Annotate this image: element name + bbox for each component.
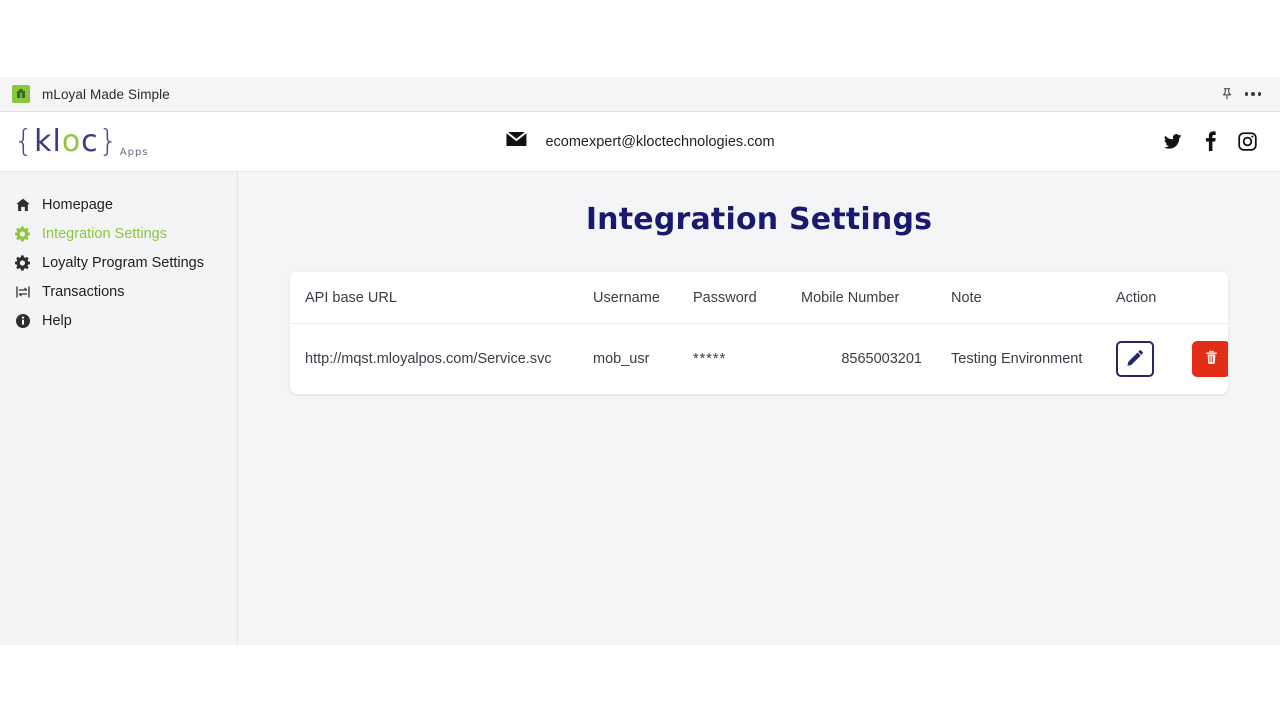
main-content: Integration Settings API base URL Userna…	[238, 172, 1280, 645]
table-body: http://mqst.mloyalpos.com/Service.svc mo…	[290, 324, 1228, 395]
delete-row-button[interactable]	[1192, 341, 1228, 377]
body-container: Homepage Integration Settings Loyalty Pr…	[0, 172, 1280, 645]
sidebar-item-loyalty-program-settings[interactable]: Loyalty Program Settings	[0, 248, 237, 277]
gear-icon	[14, 254, 31, 271]
trash-icon	[1203, 349, 1220, 369]
sidebar: Homepage Integration Settings Loyalty Pr…	[0, 172, 238, 645]
cell-api-base-url: http://mqst.mloyalpos.com/Service.svc	[290, 324, 593, 395]
column-header-password: Password	[693, 272, 801, 324]
column-header-action: Action	[1116, 272, 1228, 324]
sidebar-item-transactions[interactable]: Transactions	[0, 277, 237, 306]
kloc-logo[interactable]: {kloc}Apps	[14, 127, 149, 157]
header-contact: ecomexpert@kloctechnologies.com	[505, 131, 774, 152]
sidebar-item-label: Help	[42, 313, 72, 329]
sidebar-item-homepage[interactable]: Homepage	[0, 190, 237, 219]
window-title: mLoyal Made Simple	[42, 87, 170, 102]
social-links	[1162, 131, 1258, 152]
sidebar-item-label: Loyalty Program Settings	[42, 255, 204, 271]
row-action-buttons	[1116, 341, 1228, 377]
sidebar-item-label: Transactions	[42, 284, 124, 300]
twitter-icon[interactable]	[1162, 132, 1184, 151]
application-window: mLoyal Made Simple {kloc}Apps ecomexp	[0, 77, 1280, 645]
column-header-mobile-number: Mobile Number	[801, 272, 951, 324]
integration-settings-table: API base URL Username Password Mobile Nu…	[290, 272, 1228, 394]
column-header-note: Note	[951, 272, 1116, 324]
instagram-icon[interactable]	[1237, 131, 1258, 152]
logo-letter-c: c	[81, 127, 99, 157]
brand-header: {kloc}Apps ecomexpert@kloctechnologies.c…	[0, 112, 1280, 172]
logo-open-brace: {	[14, 127, 34, 157]
pencil-icon	[1126, 349, 1144, 370]
cell-actions	[1116, 324, 1228, 395]
column-header-api-base-url: API base URL	[290, 272, 593, 324]
sidebar-item-help[interactable]: Help	[0, 306, 237, 335]
window-titlebar: mLoyal Made Simple	[0, 77, 1280, 112]
info-icon	[14, 312, 31, 329]
transactions-icon	[14, 283, 31, 300]
cell-note: Testing Environment	[951, 324, 1116, 395]
integration-settings-card: API base URL Username Password Mobile Nu…	[290, 272, 1228, 394]
more-options-dots	[1245, 92, 1262, 96]
cell-password: *****	[693, 324, 801, 395]
mail-icon	[505, 131, 527, 152]
more-options-icon[interactable]	[1240, 81, 1266, 107]
gear-icon	[14, 225, 31, 242]
home-icon	[14, 196, 31, 213]
table-row: http://mqst.mloyalpos.com/Service.svc mo…	[290, 324, 1228, 395]
column-header-username: Username	[593, 272, 693, 324]
facebook-icon[interactable]	[1204, 131, 1217, 152]
logo-letter-k: k	[34, 127, 52, 157]
table-header: API base URL Username Password Mobile Nu…	[290, 272, 1228, 324]
contact-email[interactable]: ecomexpert@kloctechnologies.com	[545, 134, 774, 150]
logo-close-brace: }	[99, 127, 119, 157]
logo-apps-suffix: Apps	[120, 148, 149, 158]
cell-mobile-number: 8565003201	[801, 324, 951, 395]
mloyal-app-icon	[12, 85, 30, 103]
cell-username: mob_usr	[593, 324, 693, 395]
logo-letter-o: o	[62, 127, 81, 157]
sidebar-item-label: Integration Settings	[42, 226, 167, 242]
pin-icon[interactable]	[1214, 81, 1240, 107]
page-title: Integration Settings	[238, 172, 1280, 237]
edit-row-button[interactable]	[1116, 341, 1154, 377]
table-header-row: API base URL Username Password Mobile Nu…	[290, 272, 1228, 324]
sidebar-item-label: Homepage	[42, 197, 113, 213]
logo-letter-l: l	[52, 127, 61, 157]
sidebar-item-integration-settings[interactable]: Integration Settings	[0, 219, 237, 248]
